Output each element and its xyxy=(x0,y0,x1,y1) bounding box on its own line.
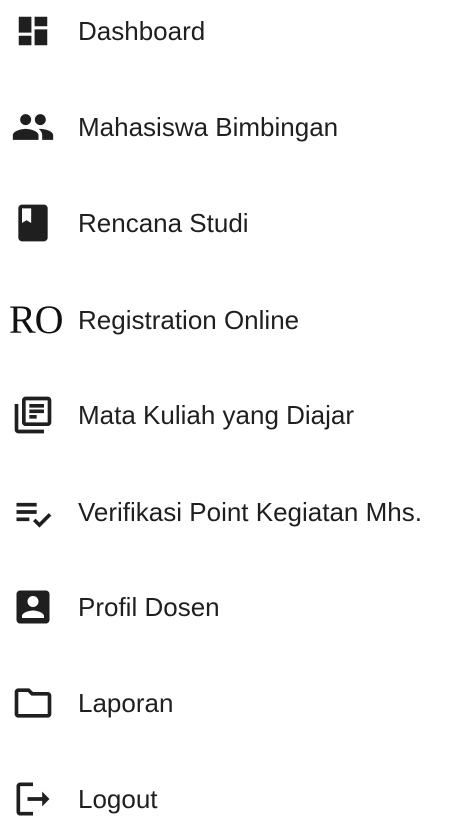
menu-item-label: Registration Online xyxy=(78,305,300,335)
menu-item-profil-dosen[interactable]: Profil Dosen xyxy=(0,577,449,637)
menu-item-label: Laporan xyxy=(78,688,174,718)
logout-icon xyxy=(11,777,55,821)
menu-item-label: Rencana Studi xyxy=(78,208,249,238)
menu-item-logout[interactable]: Logout xyxy=(0,769,449,829)
sidebar-menu: Dashboard Mahasiswa Bimbingan Rencana St… xyxy=(0,0,449,818)
account-box-icon xyxy=(11,585,55,629)
menu-item-laporan[interactable]: Laporan xyxy=(0,673,449,733)
book-icon xyxy=(11,201,55,245)
menu-item-label: Dashboard xyxy=(78,16,206,46)
menu-item-mata-kuliah[interactable]: Mata Kuliah yang Diajar xyxy=(0,385,449,445)
library-books-icon xyxy=(11,393,55,437)
menu-item-label: Logout xyxy=(78,784,158,814)
menu-item-label: Verifikasi Point Kegiatan Mhs. xyxy=(78,497,422,527)
folder-icon xyxy=(11,681,55,725)
people-icon xyxy=(11,105,55,149)
menu-item-label: Mata Kuliah yang Diajar xyxy=(78,400,355,430)
ro-text-icon: RO xyxy=(9,297,64,342)
menu-item-label: Profil Dosen xyxy=(78,592,220,622)
menu-item-verifikasi-point[interactable]: Verifikasi Point Kegiatan Mhs. xyxy=(0,482,449,542)
dashboard-icon xyxy=(11,9,55,53)
menu-item-mahasiswa-bimbingan[interactable]: Mahasiswa Bimbingan xyxy=(0,97,449,157)
menu-item-label: Mahasiswa Bimbingan xyxy=(78,112,339,142)
menu-item-dashboard[interactable]: Dashboard xyxy=(0,1,449,61)
checklist-icon xyxy=(11,490,55,534)
menu-item-registration-online[interactable]: RO Registration Online xyxy=(0,290,449,350)
menu-item-rencana-studi[interactable]: Rencana Studi xyxy=(0,193,449,253)
